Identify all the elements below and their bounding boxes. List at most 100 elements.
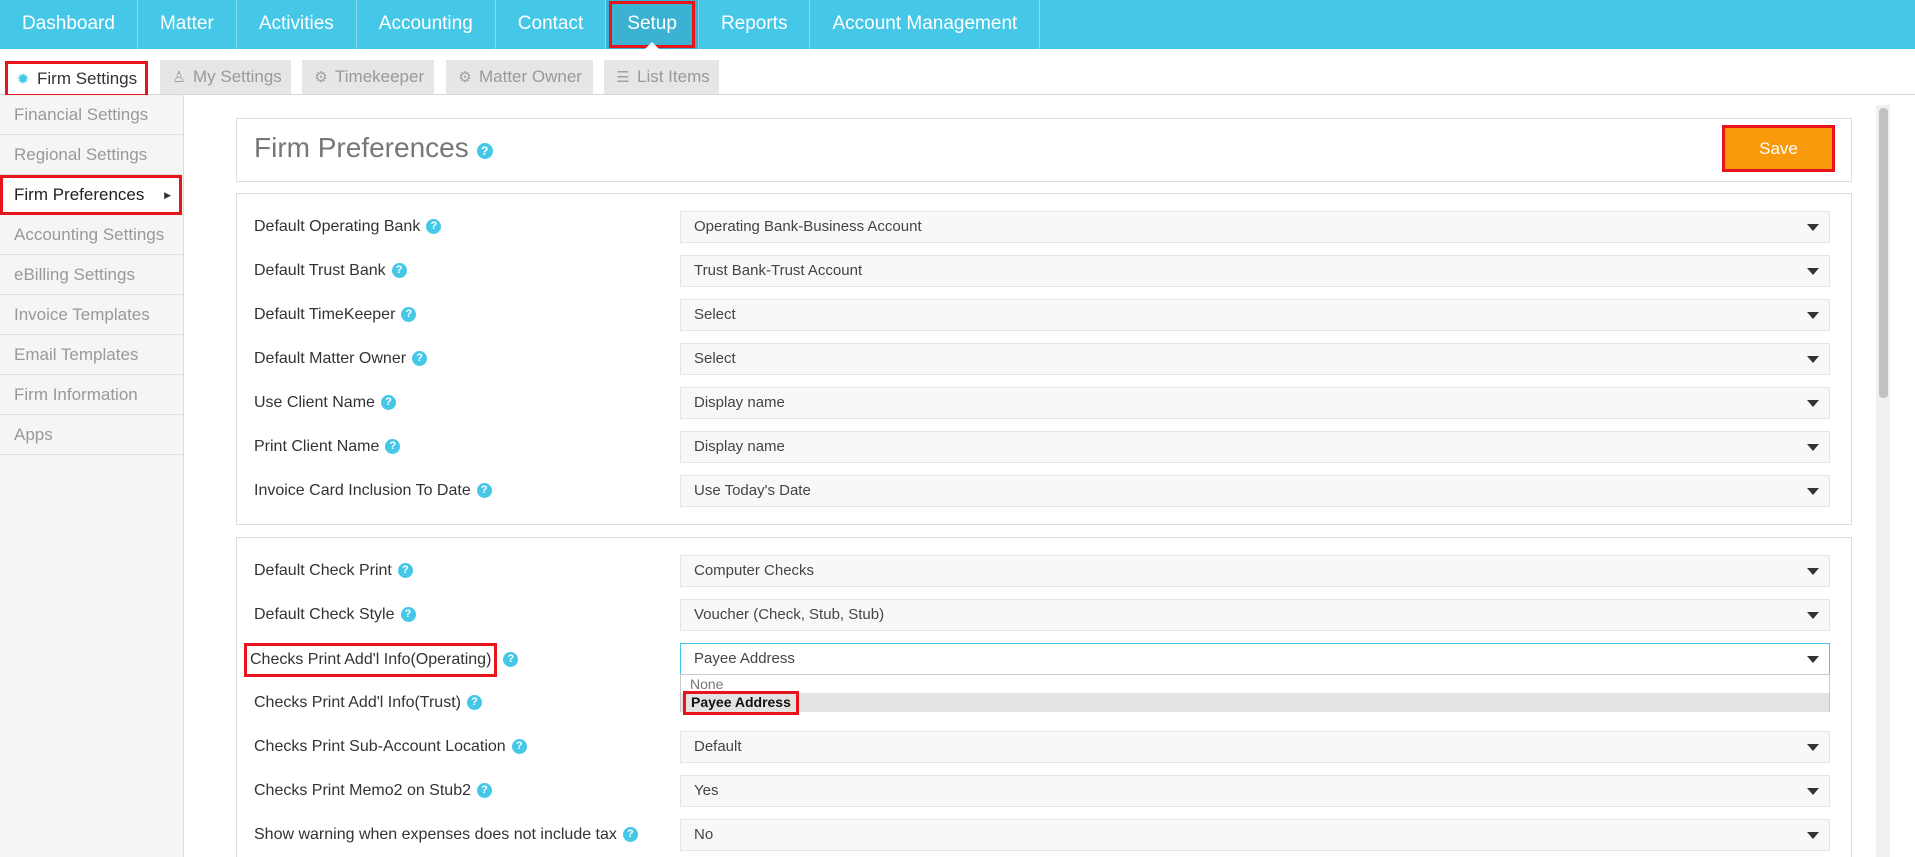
list-icon: ☰: [616, 69, 630, 86]
field-label-text: Default Trust Bank: [254, 262, 386, 279]
sidebar-item-label: Firm Preferences: [14, 185, 145, 204]
tab-my-settings-label: My Settings: [193, 67, 282, 86]
nav-contact[interactable]: Contact: [496, 0, 607, 49]
tab-firm-settings[interactable]: ✹ Firm Settings: [5, 61, 148, 97]
select-value: Yes: [694, 782, 719, 799]
chevron-down-icon: [1807, 612, 1819, 619]
help-icon[interactable]: ?: [476, 483, 492, 499]
field-label-text: Default Check Style: [254, 606, 395, 623]
tab-firm-settings-label: Firm Settings: [37, 69, 138, 88]
chevron-down-icon: [1807, 656, 1819, 663]
form-row: Show warning when expenses does not incl…: [254, 819, 1844, 851]
tab-list-items-label: List Items: [637, 67, 710, 86]
field-label: Use Client Name?: [254, 387, 396, 419]
nav-activities[interactable]: Activities: [237, 0, 357, 49]
highlight-box: [609, 1, 695, 48]
dropdown-option-none[interactable]: None: [681, 675, 1829, 693]
form-row: Default TimeKeeper? Select: [254, 299, 1844, 331]
select-value: Payee Address: [694, 650, 795, 667]
chevron-down-icon: [1807, 312, 1819, 319]
default-check-style-select[interactable]: Voucher (Check, Stub, Stub): [680, 599, 1830, 631]
help-icon[interactable]: ?: [622, 827, 638, 843]
invoice-card-inclusion-select[interactable]: Use Today's Date: [680, 475, 1830, 507]
nav-account-management[interactable]: Account Management: [810, 0, 1041, 49]
field-label: Default Matter Owner?: [254, 343, 428, 375]
field-label-text: Invoice Card Inclusion To Date: [254, 482, 471, 499]
help-icon[interactable]: ?: [466, 695, 482, 711]
sidebar-item-firm-information[interactable]: Firm Information: [0, 375, 183, 415]
dropdown-menu: None Payee Address: [680, 674, 1830, 715]
chevron-down-icon: [1807, 568, 1819, 575]
sidebar-item-invoice-templates[interactable]: Invoice Templates: [0, 295, 183, 335]
field-label: Default Check Style?: [254, 599, 416, 631]
gear-icon: ✹: [16, 71, 30, 88]
select-value: Trust Bank-Trust Account: [694, 262, 863, 279]
nav-setup[interactable]: Setup: [606, 0, 699, 49]
select-value: No: [694, 826, 714, 843]
help-icon[interactable]: ?: [385, 439, 401, 455]
page-title-text: Firm Preferences: [254, 132, 469, 163]
gears-icon: ⚙: [314, 69, 328, 86]
default-operating-bank-select[interactable]: Operating Bank-Business Account: [680, 211, 1830, 243]
form-row: Checks Print Memo2 on Stub2? Yes: [254, 775, 1844, 807]
help-icon[interactable]: ?: [477, 783, 492, 799]
default-trust-bank-select[interactable]: Trust Bank-Trust Account: [680, 255, 1830, 287]
select-value: Computer Checks: [694, 562, 815, 579]
form-row: Checks Print Add'l Info(Operating)? Paye…: [244, 643, 1844, 677]
save-button[interactable]: Save: [1722, 125, 1835, 172]
default-timekeeper-select[interactable]: Select: [680, 299, 1830, 331]
help-icon[interactable]: ?: [391, 263, 407, 279]
tab-list-items[interactable]: ☰ List Items: [604, 60, 719, 94]
help-icon[interactable]: ?: [412, 351, 428, 367]
select-value: Operating Bank-Business Account: [694, 218, 922, 235]
sidebar-item-firm-preferences[interactable]: Firm Preferences ▶: [0, 175, 182, 215]
nav-dashboard[interactable]: Dashboard: [0, 0, 138, 49]
tab-matter-owner[interactable]: ⚙ Matter Owner: [446, 60, 593, 94]
sidebar-item-accounting-settings[interactable]: Accounting Settings: [0, 215, 183, 255]
help-icon[interactable]: ?: [397, 563, 413, 579]
form-row: Default Trust Bank? Trust Bank-Trust Acc…: [254, 255, 1844, 287]
chevron-down-icon: [1807, 356, 1819, 363]
preferences-header: Firm Preferences?: [236, 118, 1852, 182]
sidebar-item-regional-settings[interactable]: Regional Settings: [0, 135, 183, 175]
help-icon[interactable]: ?: [400, 607, 416, 623]
nav-reports[interactable]: Reports: [699, 0, 811, 49]
sidebar-item-ebilling-settings[interactable]: eBilling Settings: [0, 255, 183, 295]
field-label: Checks Print Memo2 on Stub2?: [254, 775, 492, 807]
nav-accounting[interactable]: Accounting: [357, 0, 496, 49]
field-label-text: Checks Print Memo2 on Stub2: [254, 782, 471, 799]
select-value: Default: [694, 738, 742, 755]
help-icon[interactable]: ?: [380, 395, 396, 411]
help-icon[interactable]: ?: [401, 307, 417, 323]
expense-tax-warning-select[interactable]: No: [680, 819, 1830, 851]
tab-matter-owner-label: Matter Owner: [479, 67, 582, 86]
field-label: Checks Print Add'l Info(Operating)?: [244, 643, 519, 677]
dropdown-option-label: Payee Address: [683, 691, 799, 715]
use-client-name-select[interactable]: Display name: [680, 387, 1830, 419]
form-row: Default Check Style? Voucher (Check, Stu…: [254, 599, 1844, 631]
default-check-print-select[interactable]: Computer Checks: [680, 555, 1830, 587]
field-label-text: Checks Print Sub-Account Location: [254, 738, 506, 755]
print-client-name-select[interactable]: Display name: [680, 431, 1830, 463]
sub-tabs: ✹ Firm Settings ♙ My Settings ⚙ Timekeeper …: [0, 49, 1915, 97]
help-icon[interactable]: ?: [511, 739, 527, 755]
dropdown-option-payee-address[interactable]: Payee Address: [681, 691, 1829, 715]
default-matter-owner-select[interactable]: Select: [680, 343, 1830, 375]
sidebar-item-apps[interactable]: Apps: [0, 415, 183, 455]
help-icon[interactable]: ?: [426, 219, 442, 235]
field-label: Checks Print Add'l Info(Trust)?: [254, 687, 482, 719]
form-row: Default Matter Owner? Select: [254, 343, 1844, 375]
sidebar-item-email-templates[interactable]: Email Templates: [0, 335, 183, 375]
nav-matter[interactable]: Matter: [138, 0, 237, 49]
checks-print-memo2-select[interactable]: Yes: [680, 775, 1830, 807]
checks-print-sub-account-select[interactable]: Default: [680, 731, 1830, 763]
help-icon[interactable]: ?: [476, 143, 493, 159]
scrollbar-thumb[interactable]: [1879, 108, 1888, 398]
help-icon[interactable]: ?: [503, 652, 519, 668]
tab-my-settings[interactable]: ♙ My Settings: [160, 60, 291, 94]
checks-print-addl-info-operating-select[interactable]: Payee Address: [680, 643, 1830, 675]
form-row: Use Client Name? Display name: [254, 387, 1844, 419]
tab-timekeeper[interactable]: ⚙ Timekeeper: [302, 60, 434, 94]
sidebar-item-financial-settings[interactable]: Financial Settings: [0, 95, 183, 135]
select-value: Select: [694, 306, 736, 323]
